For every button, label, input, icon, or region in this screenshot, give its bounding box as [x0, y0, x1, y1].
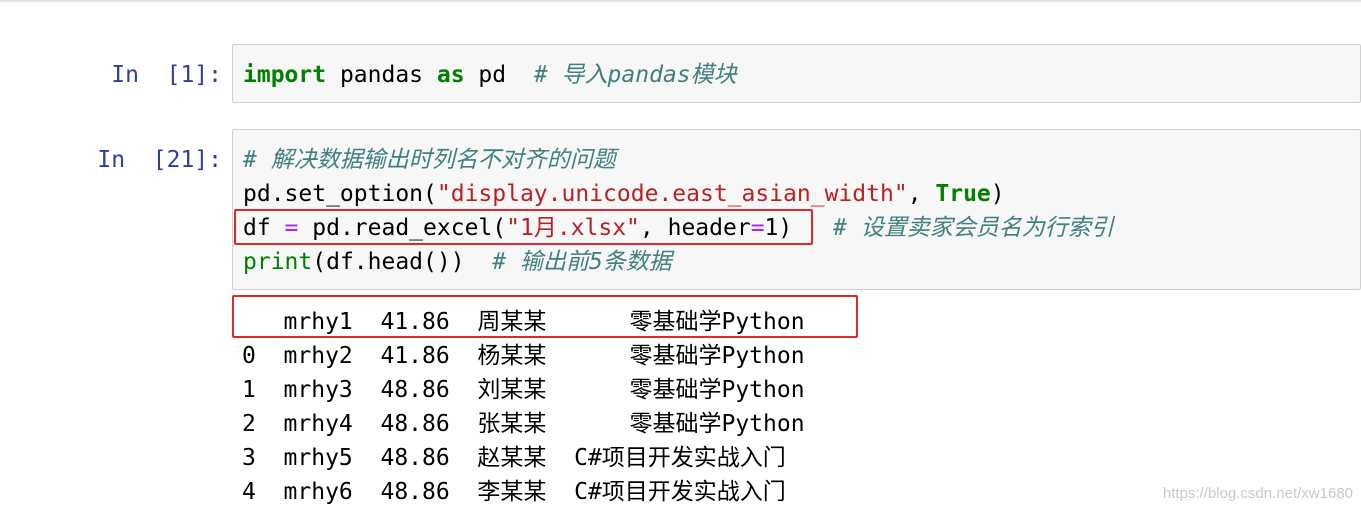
- code-line: print(df.head()) # 输出前5条数据: [243, 245, 672, 279]
- output-line: 2 mrhy4 48.86 张某某 零基础学Python: [242, 411, 805, 437]
- code-line: import pandas as pd # 导入pandas模块: [243, 58, 737, 92]
- output-line: 4 mrhy6 48.86 李某某 C#项目开发实战入门: [242, 479, 786, 505]
- output-line: 1 mrhy3 48.86 刘某某 零基础学Python: [242, 377, 805, 403]
- watermark: https://blog.csdn.net/xw1680: [1162, 485, 1353, 502]
- code-comment: # 导入pandas模块: [533, 62, 737, 88]
- code-line: # 解决数据输出时列名不对齐的问题: [243, 143, 616, 177]
- code-comment: # 设置卖家会员名为行索引: [833, 215, 1114, 241]
- code-string: "display.unicode.east_asian_width": [436, 181, 908, 207]
- builtin-print: print: [243, 249, 313, 275]
- code-comment: # 输出前5条数据: [492, 249, 672, 275]
- code-text: ,: [907, 181, 936, 207]
- code-line: pd.set_option("display.unicode.east_asia…: [243, 177, 1005, 211]
- code-text: pandas: [326, 62, 437, 88]
- keyword-import: import: [243, 62, 327, 88]
- highlight-box-read-excel: [234, 209, 813, 245]
- output-line: 3 mrhy5 48.86 赵某某 C#项目开发实战入门: [242, 445, 786, 471]
- code-comment: # 解决数据输出时列名不对齐的问题: [243, 147, 616, 173]
- cell-2-prompt: In [21]:: [97, 147, 222, 173]
- output-line: 0 mrhy2 41.86 杨某某 零基础学Python: [242, 343, 805, 369]
- keyword-true: True: [935, 181, 991, 207]
- code-line: # 设置卖家会员名为行索引: [833, 211, 1114, 245]
- code-text: pd: [464, 62, 534, 88]
- output-line: mrhy1 41.86 周某某 零基础学Python: [242, 309, 805, 335]
- top-divider: [0, 0, 1361, 2]
- cell-1-input[interactable]: import pandas as pd # 导入pandas模块: [232, 44, 1361, 103]
- cell-1-prompt: In [1]:: [111, 62, 222, 88]
- code-text: ): [990, 181, 1005, 207]
- keyword-as: as: [436, 62, 465, 88]
- code-text: (df.head()): [312, 249, 493, 275]
- code-text: pd.set_option(: [243, 181, 437, 207]
